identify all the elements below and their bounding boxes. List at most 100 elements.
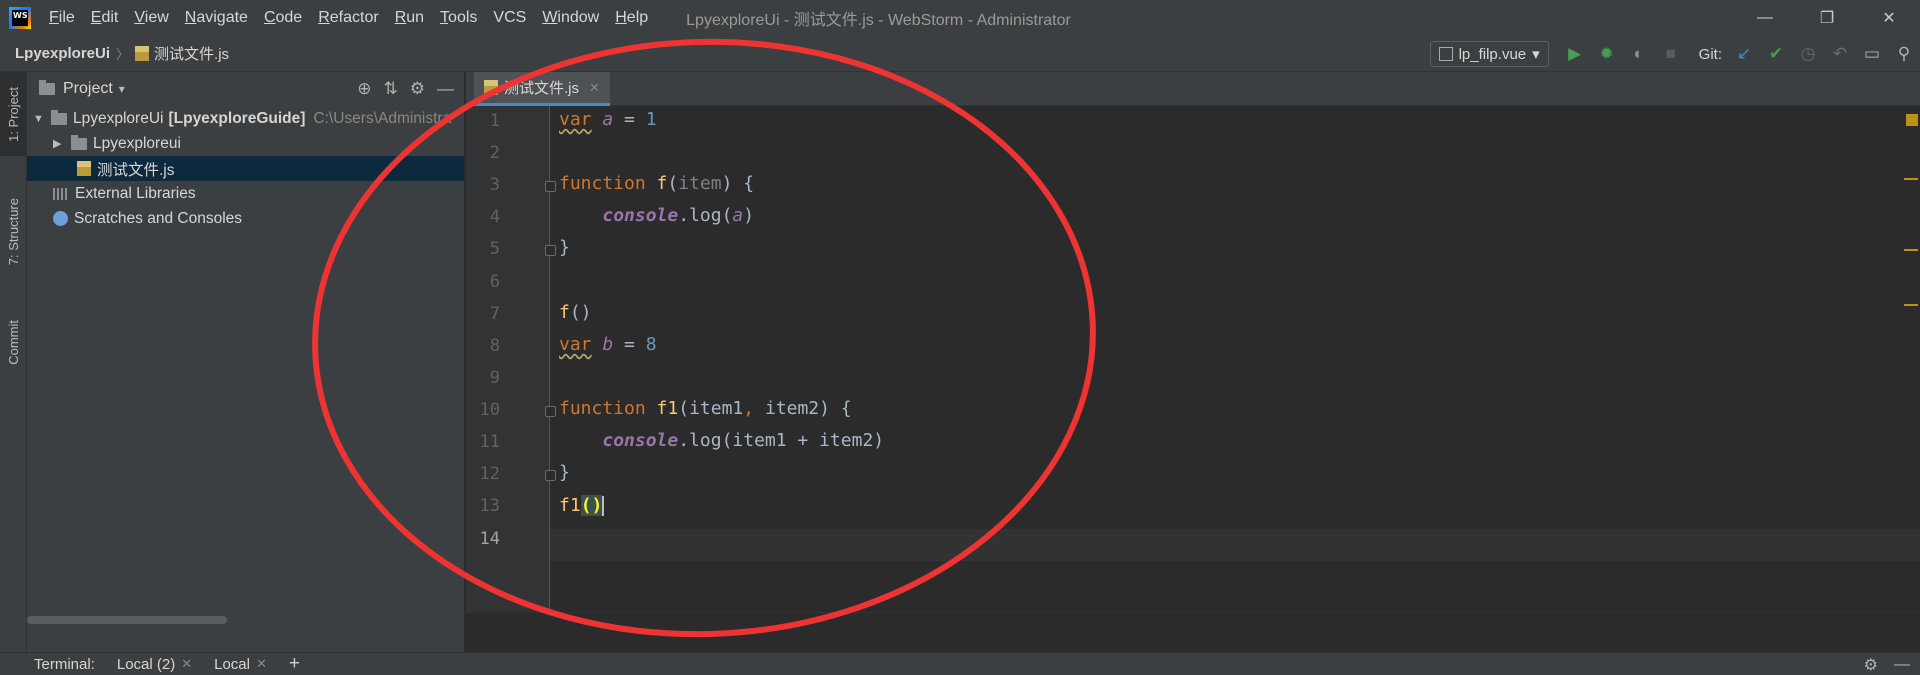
stop-icon[interactable]: ■	[1655, 44, 1687, 64]
folder-icon	[39, 80, 55, 95]
git-update-icon[interactable]: ↙	[1728, 44, 1760, 64]
line-number-current: 14	[479, 529, 500, 549]
project-view-selector[interactable]: Project	[63, 80, 113, 98]
left-tool-strip: 1: Project 7: Structure Commit	[0, 72, 27, 652]
code-line-1: var a = 1	[559, 109, 657, 130]
terminal-tab[interactable]: Local ✕	[214, 656, 267, 673]
code-line-7: f()	[559, 302, 592, 323]
hide-icon[interactable]: —	[1894, 656, 1910, 674]
code-line-5: }	[559, 237, 570, 258]
gear-icon[interactable]: ⚙	[1864, 655, 1878, 675]
terminal-tab[interactable]: Local (2) ✕	[117, 656, 192, 673]
code-line-3: function f(item) {	[559, 173, 755, 194]
locate-icon[interactable]: ⊕	[357, 79, 371, 99]
menu-navigate[interactable]: Navigate	[177, 0, 256, 36]
editor-tab-label: 测试文件.js	[504, 80, 580, 97]
collapse-all-icon[interactable]: ⇅	[384, 79, 398, 99]
line-number: 4	[489, 207, 500, 227]
commit-tool-tab[interactable]: Commit	[0, 302, 27, 382]
hide-icon[interactable]: —	[437, 79, 454, 99]
chevron-down-icon[interactable]: ▾	[119, 82, 125, 96]
menu-view[interactable]: View	[126, 0, 176, 36]
close-tab-icon[interactable]: ✕	[589, 80, 600, 96]
line-number: 5	[489, 239, 500, 259]
run-icon[interactable]: ▶	[1559, 44, 1591, 64]
line-number: 7	[489, 304, 500, 324]
menu-edit[interactable]: Edit	[83, 0, 127, 36]
editor-tab-active[interactable]: 测试文件.js ✕	[474, 72, 610, 106]
collapsed-triangle-icon[interactable]: ▶	[53, 137, 65, 150]
menu-file[interactable]: File	[41, 0, 83, 36]
menu-window[interactable]: Window	[534, 0, 607, 36]
menu-tools[interactable]: Tools	[432, 0, 485, 36]
structure-tool-tab[interactable]: 7: Structure	[0, 182, 27, 282]
terminal-tab-label: Local (2)	[116, 655, 176, 673]
error-stripe-mark[interactable]	[1904, 249, 1918, 251]
line-number: 12	[479, 464, 500, 484]
tree-item-external-libraries[interactable]: External Libraries	[27, 181, 464, 206]
debug-icon[interactable]: ✹	[1591, 44, 1623, 64]
fold-marker-icon[interactable]	[545, 245, 556, 256]
breadcrumb-separator: 〉	[116, 47, 130, 62]
window-controls: — ❐ ✕	[1734, 0, 1920, 36]
text-caret	[602, 496, 605, 516]
menu-run[interactable]: Run	[387, 0, 432, 36]
line-number: 13	[479, 496, 500, 516]
git-commit-icon[interactable]: ✔	[1760, 44, 1792, 64]
gear-icon[interactable]: ⚙	[410, 79, 425, 99]
tree-item-project-root[interactable]: ▼ LpyexploreUi [LpyexploreGuide] C:\User…	[27, 106, 464, 131]
terminal-bar: Terminal: Local (2) ✕ Local ✕ + ⚙ —	[0, 652, 1920, 675]
tree-item-folder[interactable]: ▶ Lpyexploreui	[27, 131, 464, 156]
restore-button[interactable]: ❐	[1796, 0, 1858, 36]
git-label: Git:	[1698, 45, 1722, 63]
new-terminal-button[interactable]: +	[289, 653, 300, 675]
inspection-warning-icon[interactable]	[1906, 114, 1918, 126]
tree-item-label: Scratches and Consoles	[74, 209, 243, 227]
toolbar-right: lp_filp.vue ▾ ▶ ✹ ◐ ■ Git: ↙ ✔ ◷ ↶ ▭ ⚲	[1429, 36, 1920, 72]
coverage-icon[interactable]: ◐	[1623, 44, 1655, 64]
fold-marker-icon[interactable]	[545, 181, 556, 192]
project-tool-tab[interactable]: 1: Project	[0, 72, 27, 156]
menu-refactor[interactable]: Refactor	[310, 0, 386, 36]
project-panel-header: Project ▾ ⊕ ⇅ ⚙ —	[27, 72, 464, 106]
expand-triangle-icon[interactable]: ▼	[33, 113, 45, 125]
tree-item-module: [LpyexploreGuide]	[168, 109, 306, 127]
code-line-11: console.log(item1 + item2)	[602, 430, 885, 451]
run-configuration-label: lp_filp.vue	[1458, 45, 1527, 63]
js-file-icon	[77, 161, 91, 176]
line-number: 3	[489, 175, 500, 195]
close-window-button[interactable]: ✕	[1858, 0, 1920, 36]
code-line-14: f1()	[559, 495, 605, 516]
menu-vcs[interactable]: VCS	[485, 0, 534, 36]
error-stripe-mark[interactable]	[1904, 178, 1918, 180]
tree-item-file[interactable]: 测试文件.js	[27, 156, 464, 181]
line-number: 2	[489, 143, 500, 163]
tree-item-scratches[interactable]: Scratches and Consoles	[27, 206, 464, 231]
close-tab-icon[interactable]: ✕	[181, 656, 192, 672]
minimize-button[interactable]: —	[1734, 0, 1796, 36]
run-configuration-select[interactable]: lp_filp.vue ▾	[1429, 41, 1549, 67]
git-history-icon[interactable]: ◷	[1792, 44, 1824, 64]
navigation-bar: LpyexploreUi 〉 测试文件.js lp_filp.vue ▾ ▶ ✹…	[0, 36, 1920, 72]
breadcrumb-root[interactable]: LpyexploreUi	[15, 45, 110, 62]
presentation-icon[interactable]: ▭	[1856, 44, 1888, 64]
current-line-highlight	[550, 529, 1920, 561]
editor-area: 测试文件.js ✕ 1 2 3 4 5 6 7 8 9 10 11 12 13 …	[466, 72, 1920, 652]
git-rollback-icon[interactable]: ↶	[1824, 44, 1856, 64]
menu-code[interactable]: Code	[256, 0, 310, 36]
tree-item-label: LpyexploreUi	[73, 109, 164, 127]
line-number: 9	[489, 368, 500, 388]
horizontal-scrollbar[interactable]	[27, 616, 227, 624]
chevron-down-icon: ▾	[1532, 46, 1540, 63]
search-icon[interactable]: ⚲	[1888, 44, 1920, 64]
close-tab-icon[interactable]: ✕	[256, 656, 267, 672]
project-panel: Project ▾ ⊕ ⇅ ⚙ — ▼ LpyexploreUi [Lpyexp…	[27, 72, 465, 652]
line-number: 6	[489, 272, 500, 292]
breadcrumb-file-label: 测试文件.js	[154, 46, 230, 63]
error-stripe-mark[interactable]	[1904, 304, 1918, 306]
fold-marker-icon[interactable]	[545, 470, 556, 481]
breadcrumb-file[interactable]: 测试文件.js	[135, 43, 229, 64]
fold-marker-icon[interactable]	[545, 406, 556, 417]
window-title: LpyexploreUi - 测试文件.js - WebStorm - Admi…	[686, 12, 1071, 29]
menu-help[interactable]: Help	[607, 0, 656, 36]
